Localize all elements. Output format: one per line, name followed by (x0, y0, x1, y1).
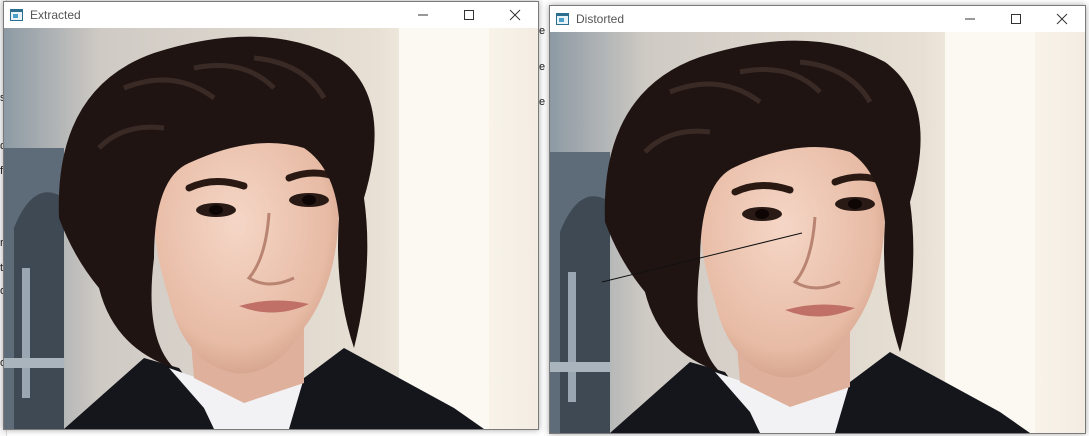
close-icon (509, 9, 521, 21)
app-window-icon (556, 13, 569, 25)
close-button[interactable] (1039, 6, 1085, 32)
close-icon (1056, 13, 1068, 25)
minimize-icon (965, 18, 975, 20)
distorted-image-view (550, 32, 1085, 433)
portrait-image (550, 32, 1085, 433)
minimize-button[interactable] (947, 6, 993, 32)
extracted-window[interactable]: Extracted (3, 1, 539, 430)
maximize-icon (1011, 14, 1021, 24)
background-text: e (539, 61, 546, 73)
distorted-titlebar[interactable]: Distorted (550, 6, 1085, 32)
background-text: e (539, 25, 546, 37)
maximize-button[interactable] (446, 2, 492, 28)
maximize-button[interactable] (993, 6, 1039, 32)
extracted-image-view (4, 28, 538, 429)
window-title: Extracted (30, 8, 81, 22)
portrait-image (4, 28, 538, 429)
maximize-icon (464, 10, 474, 20)
minimize-icon (418, 14, 428, 16)
extracted-titlebar[interactable]: Extracted (4, 2, 538, 28)
close-button[interactable] (492, 2, 538, 28)
minimize-button[interactable] (400, 2, 446, 28)
window-title: Distorted (576, 12, 625, 26)
distorted-window[interactable]: Distorted (549, 5, 1086, 434)
app-window-icon (10, 9, 23, 21)
background-text: e (539, 96, 546, 108)
